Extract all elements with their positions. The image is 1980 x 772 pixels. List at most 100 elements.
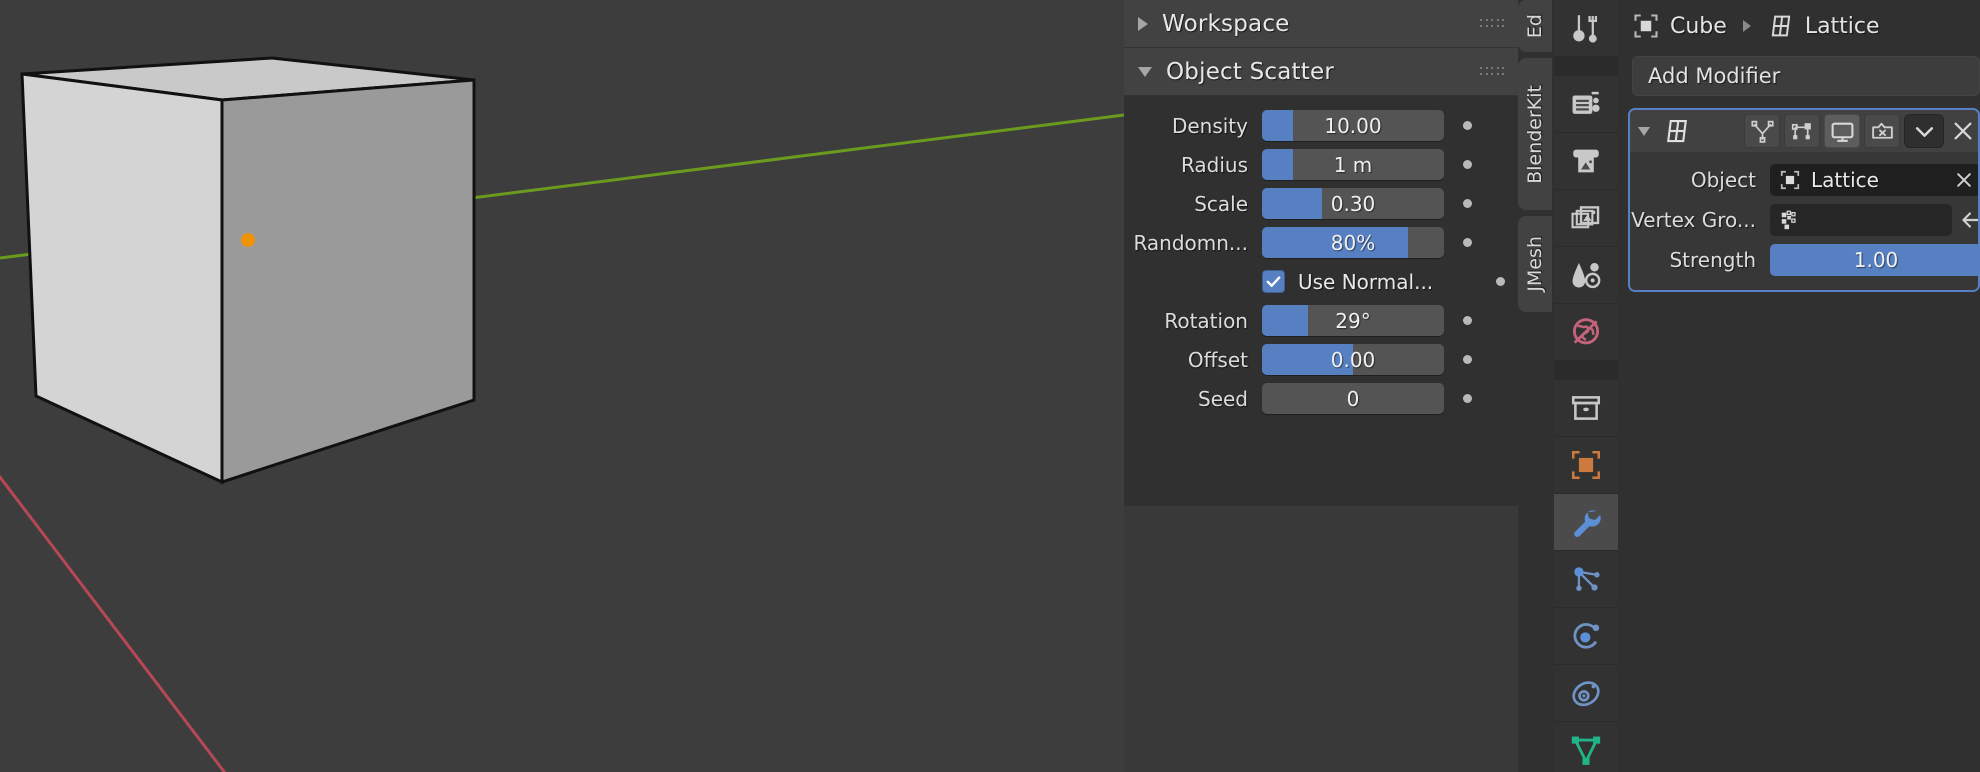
panel-header-object-scatter[interactable]: Object Scatter bbox=[1124, 48, 1524, 96]
label-radius: Radius bbox=[1180, 152, 1248, 177]
properties-tab-gap bbox=[1554, 57, 1618, 75]
realtime-icon bbox=[1831, 122, 1853, 142]
vertex-group-icon bbox=[1781, 210, 1796, 230]
world-icon bbox=[1572, 318, 1600, 345]
properties-tab-gap bbox=[1554, 361, 1618, 379]
properties-tab-collection[interactable] bbox=[1554, 380, 1618, 436]
property-row-scale: Scale 0.30 bbox=[1124, 184, 1524, 223]
label-use-normal: Use Normal... bbox=[1298, 269, 1434, 294]
properties-tab-output[interactable] bbox=[1554, 133, 1618, 189]
panel-drag-grip[interactable] bbox=[1480, 66, 1506, 77]
constraints-icon bbox=[1572, 681, 1600, 707]
panel-drag-grip[interactable] bbox=[1480, 18, 1506, 29]
animate-property-dot[interactable] bbox=[1463, 121, 1472, 130]
slider-offset[interactable]: 0.00 bbox=[1262, 344, 1444, 375]
animate-property-dot[interactable] bbox=[1496, 277, 1505, 286]
toggle-render-display[interactable] bbox=[1864, 114, 1900, 148]
output-icon bbox=[1573, 149, 1599, 173]
panel-title-object-scatter: Object Scatter bbox=[1166, 58, 1335, 85]
chevron-down-icon bbox=[1138, 66, 1152, 77]
properties-tab-view-layer[interactable] bbox=[1554, 190, 1618, 246]
render-icon bbox=[1572, 91, 1600, 114]
toggle-edit-mode-cage[interactable] bbox=[1744, 114, 1780, 148]
label-density: Density bbox=[1171, 113, 1248, 138]
object-field-lattice[interactable]: Lattice bbox=[1770, 164, 1978, 196]
properties-tab-tool[interactable] bbox=[1554, 0, 1618, 56]
slider-density[interactable]: 10.00 bbox=[1262, 110, 1444, 141]
add-modifier-button[interactable]: Add Modifier bbox=[1632, 56, 1980, 96]
label-vertex-group: Vertex Gro... bbox=[1631, 208, 1756, 232]
slider-value-seed: 0 bbox=[1346, 386, 1360, 411]
data-icon bbox=[1571, 736, 1601, 765]
animate-property-dot[interactable] bbox=[1463, 160, 1472, 169]
slider-randomness[interactable]: 80% bbox=[1262, 227, 1444, 258]
label-rotation: Rotation bbox=[1164, 308, 1248, 333]
object-icon bbox=[1780, 170, 1800, 190]
properties-tab-data[interactable] bbox=[1554, 722, 1618, 772]
breadcrumb-item-object[interactable]: Cube bbox=[1670, 14, 1727, 39]
animate-property-dot[interactable] bbox=[1463, 316, 1472, 325]
toggle-realtime-display[interactable] bbox=[1824, 114, 1860, 148]
clear-object-icon[interactable] bbox=[1954, 170, 1974, 190]
animate-property-dot[interactable] bbox=[1463, 394, 1472, 403]
animate-property-dot[interactable] bbox=[1463, 238, 1472, 247]
invert-vertex-group-icon[interactable] bbox=[1958, 207, 1980, 233]
modifier-card-lattice: Object Lattice Vertex Gro... Strength 1.… bbox=[1628, 108, 1980, 292]
properties-tab-world[interactable] bbox=[1554, 304, 1618, 360]
vertex-group-field[interactable] bbox=[1770, 204, 1952, 236]
properties-editor: Cube Lattice Add Modifier Object Lattice… bbox=[1618, 0, 1980, 772]
properties-tab-modifier[interactable] bbox=[1554, 494, 1618, 550]
slider-rotation[interactable]: 29° bbox=[1262, 305, 1444, 336]
breadcrumb-item-modifier[interactable]: Lattice bbox=[1805, 14, 1880, 39]
properties-tab-physics[interactable] bbox=[1554, 608, 1618, 664]
close-icon[interactable] bbox=[1952, 120, 1974, 142]
modifier-icon bbox=[1574, 510, 1601, 538]
panel-title-workspace: Workspace bbox=[1162, 10, 1290, 37]
sidebar-tab-label: BlenderKit bbox=[1524, 84, 1546, 184]
checkbox-use-normal[interactable] bbox=[1262, 270, 1285, 293]
slider-radius[interactable]: 1 m bbox=[1262, 149, 1444, 180]
object-icon bbox=[1571, 450, 1601, 480]
chevron-down-icon bbox=[1915, 126, 1933, 137]
sidebar-category-tabs: Ed BlenderKit JMesh bbox=[1518, 0, 1554, 772]
modifier-body: Object Lattice Vertex Gro... Strength 1.… bbox=[1630, 152, 1978, 290]
modifier-extras-dropdown[interactable] bbox=[1904, 114, 1944, 148]
scene-icon bbox=[1572, 262, 1601, 289]
collection-icon bbox=[1571, 396, 1601, 420]
properties-tab-scene[interactable] bbox=[1554, 247, 1618, 303]
object-field-value: Lattice bbox=[1811, 168, 1879, 192]
animate-property-dot[interactable] bbox=[1463, 199, 1472, 208]
3d-viewport[interactable] bbox=[0, 0, 1124, 772]
slider-scale[interactable]: 0.30 bbox=[1262, 188, 1444, 219]
properties-tab-constraints[interactable] bbox=[1554, 665, 1618, 721]
object-scatter-body: Density 10.00 Radius 1 m Scale 0.30 Rand… bbox=[1124, 96, 1524, 432]
slider-value-randomness: 80% bbox=[1330, 230, 1376, 255]
modifier-row-strength: Strength 1.00 bbox=[1630, 240, 1978, 280]
slider-value-offset: 0.00 bbox=[1330, 347, 1376, 372]
view-layer-icon bbox=[1571, 206, 1600, 229]
chevron-down-icon[interactable] bbox=[1638, 126, 1650, 136]
properties-tab-column bbox=[1554, 0, 1618, 772]
particles-icon bbox=[1574, 567, 1600, 591]
slider-value-strength: 1.00 bbox=[1853, 248, 1899, 272]
toggle-edit-mode[interactable] bbox=[1784, 114, 1820, 148]
object-origin-dot bbox=[241, 233, 255, 247]
properties-tab-object[interactable] bbox=[1554, 437, 1618, 493]
property-row-offset: Offset 0.00 bbox=[1124, 340, 1524, 379]
animate-property-dot[interactable] bbox=[1463, 355, 1472, 364]
slider-seed[interactable]: 0 bbox=[1262, 383, 1444, 414]
sidebar-tab-jmesh[interactable]: JMesh bbox=[1518, 216, 1552, 312]
properties-tab-render[interactable] bbox=[1554, 76, 1618, 132]
sidebar-tab-edit[interactable]: Ed bbox=[1518, 0, 1552, 52]
property-row-rotation: Rotation 29° bbox=[1124, 301, 1524, 340]
viewport-sidebar-panel: Workspace Object Scatter Density 10.00 R… bbox=[1124, 0, 1524, 506]
properties-tab-particles[interactable] bbox=[1554, 551, 1618, 607]
physics-icon bbox=[1573, 623, 1600, 649]
modifier-header[interactable] bbox=[1630, 110, 1978, 152]
sidebar-tab-blenderkit[interactable]: BlenderKit bbox=[1518, 58, 1552, 210]
label-randomness: Randomn... bbox=[1133, 230, 1248, 255]
label-scale: Scale bbox=[1194, 191, 1248, 216]
panel-header-workspace[interactable]: Workspace bbox=[1124, 0, 1524, 48]
slider-strength[interactable]: 1.00 bbox=[1770, 244, 1978, 276]
check-icon bbox=[1266, 276, 1281, 287]
